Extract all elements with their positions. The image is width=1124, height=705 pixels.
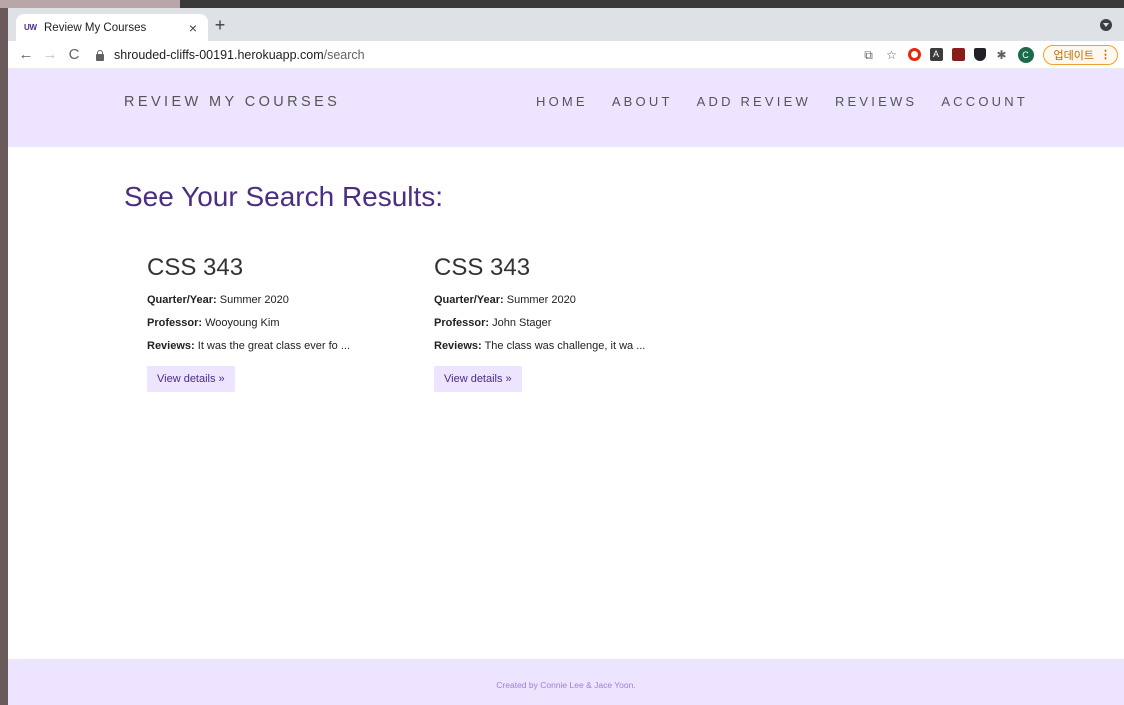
profile-avatar[interactable]: C (1017, 46, 1034, 63)
back-button[interactable]: ← (14, 46, 38, 63)
extension-maroon-icon[interactable] (951, 48, 965, 61)
site-footer: Created by Connie Lee & Jace Yoon. (8, 659, 1124, 705)
puzzle-extensions-icon[interactable]: ✱ (995, 48, 1009, 62)
course-title: CSS 343 (434, 254, 531, 281)
quarter-line: Quarter/Year: Summer 2020 (147, 294, 289, 306)
nav-add-review[interactable]: ADD REVIEW (697, 94, 811, 109)
desktop-window-edge (0, 0, 180, 8)
main-nav: HOME ABOUT ADD REVIEW REVIEWS ACCOUNT (536, 94, 1028, 109)
site-brand-link[interactable]: REVIEW MY COURSES (124, 94, 340, 110)
nav-account[interactable]: ACCOUNT (941, 94, 1028, 109)
page-title: See Your Search Results: (124, 181, 444, 212)
view-details-button[interactable]: View details » (147, 366, 235, 392)
menu-dots-icon: ⋮ (1100, 49, 1111, 61)
browser-toolbar: ← → C shrouded-cliffs-00191.herokuapp.co… (8, 41, 1124, 69)
url-host: shrouded-cliffs-00191.herokuapp.com (114, 47, 324, 62)
new-tab-button[interactable]: + (210, 15, 230, 36)
tab-search-icon[interactable] (1100, 19, 1112, 31)
uw-favicon-icon: UW (24, 23, 37, 32)
web-page: REVIEW MY COURSES HOME ABOUT ADD REVIEW … (8, 69, 1124, 705)
result-card: CSS 343 Quarter/Year: Summer 2020 Profes… (434, 254, 694, 392)
browser-window: UW Review My Courses × + ← → C shrouded-… (8, 8, 1124, 705)
url-path: /search (323, 47, 365, 62)
browser-tab[interactable]: UW Review My Courses × (16, 14, 208, 41)
quarter-line: Quarter/Year: Summer 2020 (434, 294, 576, 306)
tab-bar: UW Review My Courses × + (8, 8, 1124, 41)
reviews-line: Reviews: It was the great class ever fo … (147, 340, 350, 352)
view-details-button[interactable]: View details » (434, 366, 522, 392)
close-icon[interactable]: × (186, 20, 200, 36)
shield-icon[interactable] (973, 48, 986, 61)
nav-about[interactable]: ABOUT (612, 94, 673, 109)
reviews-line: Reviews: The class was challenge, it wa … (434, 340, 646, 352)
update-button[interactable]: 업데이트 ⋮ (1042, 44, 1118, 65)
reload-button[interactable]: C (62, 46, 86, 63)
nav-reviews[interactable]: REVIEWS (835, 94, 917, 109)
update-label: 업데이트 (1053, 49, 1094, 62)
extension-red-icon[interactable] (907, 48, 921, 61)
professor-line: Professor: Wooyoung Kim (147, 317, 280, 329)
nav-home[interactable]: HOME (536, 94, 588, 109)
desktop-background (0, 0, 8, 705)
forward-button[interactable]: → (38, 46, 62, 63)
result-card: CSS 343 Quarter/Year: Summer 2020 Profes… (147, 254, 407, 392)
site-header: REVIEW MY COURSES HOME ABOUT ADD REVIEW … (8, 69, 1124, 147)
course-title: CSS 343 (147, 254, 244, 281)
address-bar[interactable]: shrouded-cliffs-00191.herokuapp.com/sear… (90, 43, 862, 67)
extension-dark-icon[interactable]: A (929, 48, 943, 61)
professor-line: Professor: John Stager (434, 317, 552, 329)
translate-icon[interactable]: ⧉ (862, 48, 876, 62)
lock-icon[interactable] (94, 49, 106, 61)
tab-title: Review My Courses (44, 21, 147, 34)
bookmark-star-icon[interactable]: ☆ (885, 48, 899, 62)
